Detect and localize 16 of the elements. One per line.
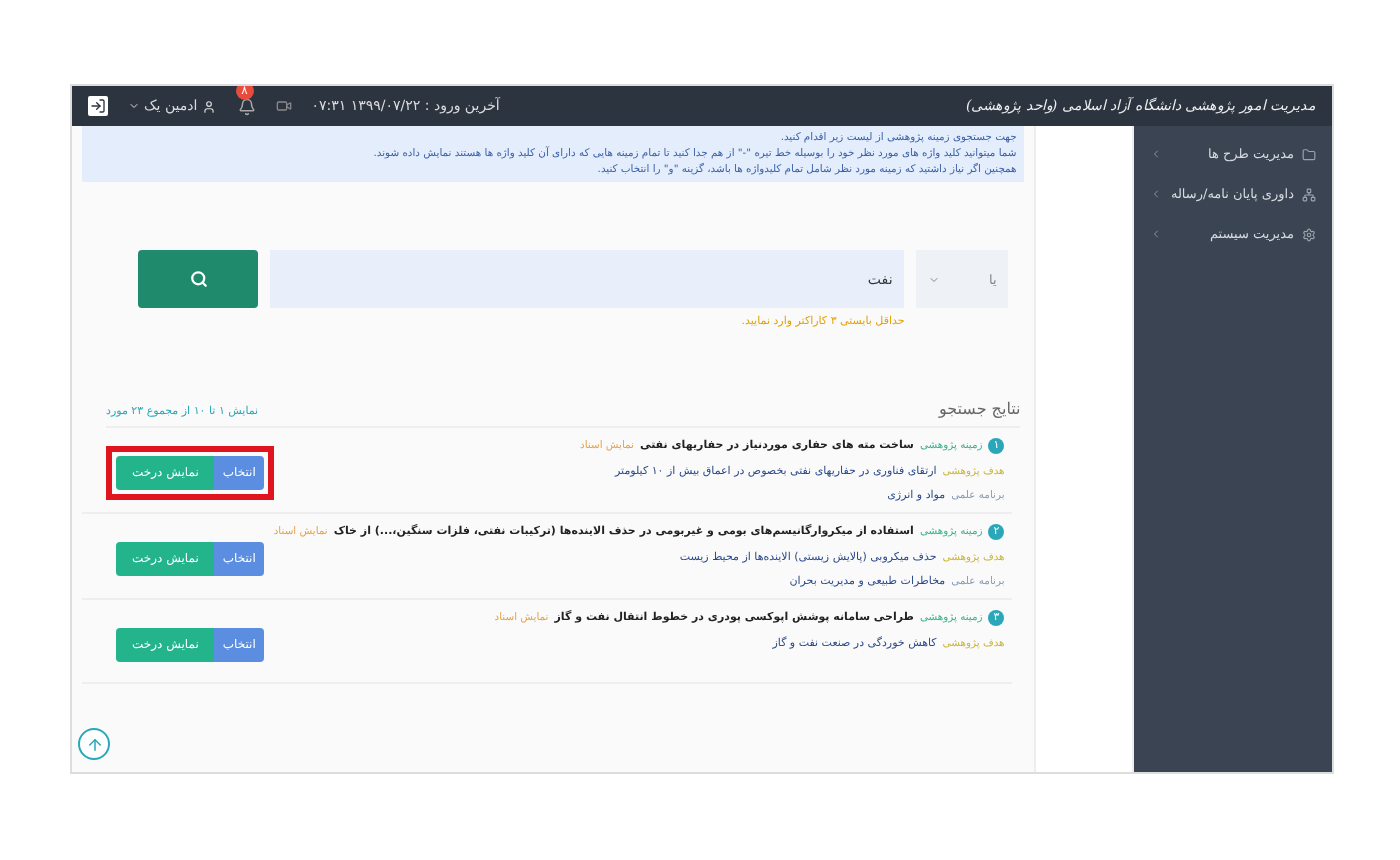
caret-icon xyxy=(128,100,140,112)
bell-icon[interactable] xyxy=(237,97,256,115)
scroll-up-button[interactable] xyxy=(78,728,110,760)
video-icon[interactable] xyxy=(275,98,292,114)
menu-item-icon xyxy=(1302,187,1316,201)
user-icon xyxy=(201,99,216,113)
menu-item-icon xyxy=(1302,227,1316,241)
arrow-up-icon xyxy=(85,735,103,753)
chevron-icon xyxy=(1150,148,1163,160)
results-title: نتایج جستجو xyxy=(938,400,1021,418)
search-icon xyxy=(189,270,207,288)
chevron-icon xyxy=(1150,228,1163,240)
menu-item-icon xyxy=(1302,147,1316,161)
logout-icon[interactable] xyxy=(88,96,108,116)
chevron-icon xyxy=(1150,188,1163,200)
caret-icon xyxy=(928,273,941,285)
